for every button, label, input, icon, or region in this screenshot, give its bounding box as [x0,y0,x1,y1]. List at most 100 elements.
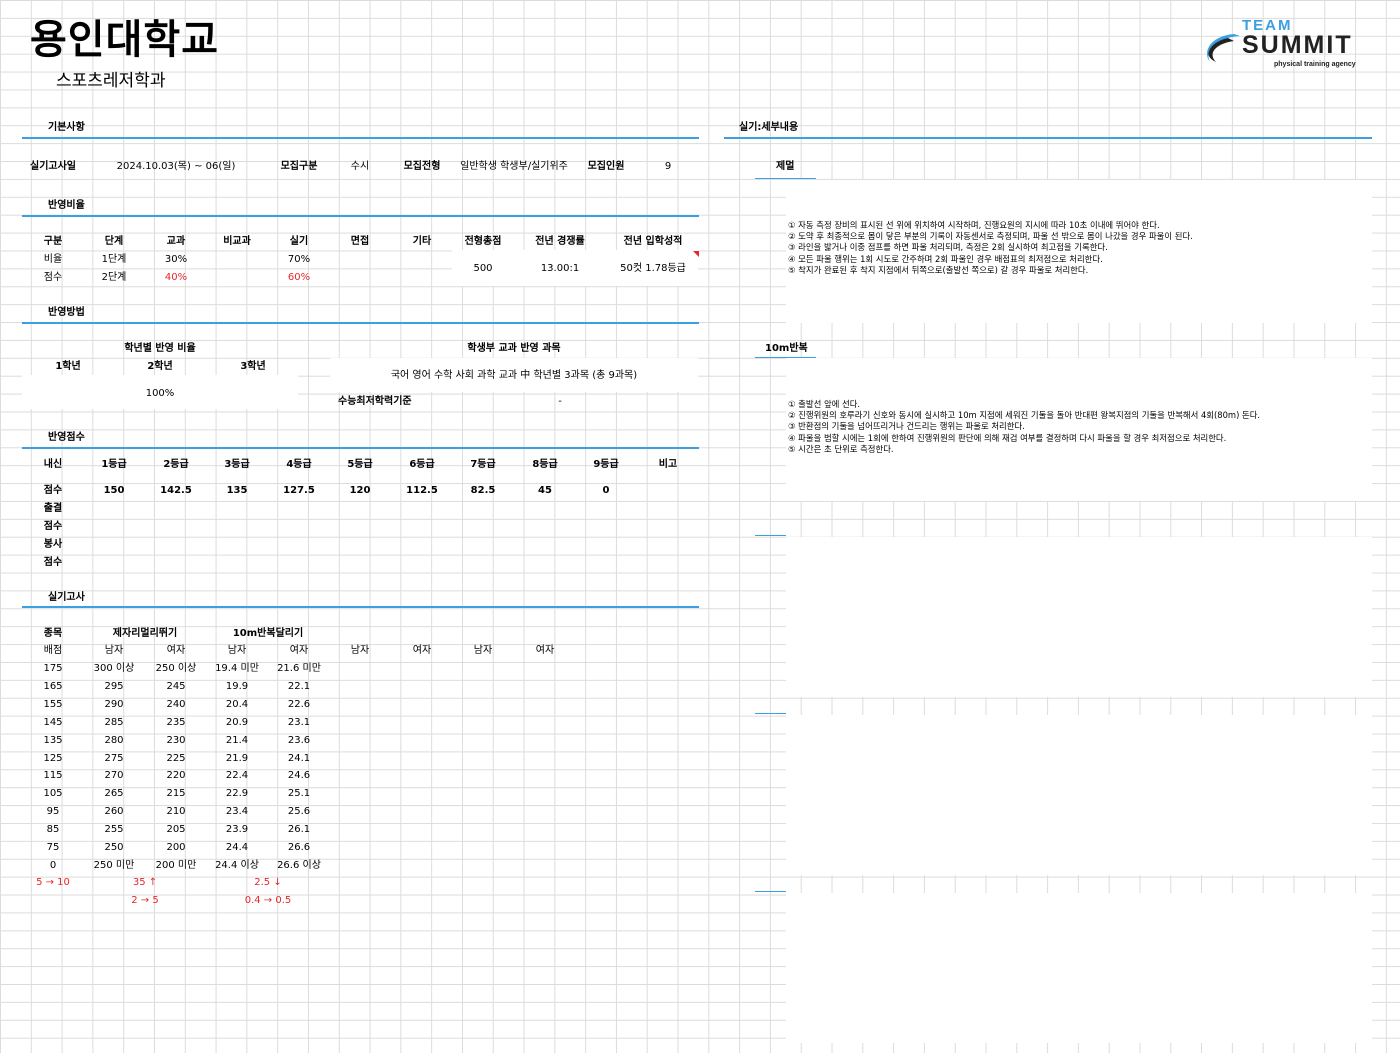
score-value: 45 [538,485,552,496]
subjects-value: 국어 영어 수학 사회 과학 교과 中 학년별 3과목 (총 9과목) [390,370,638,381]
score-value: 112.5 [406,485,438,496]
section-detail: 실기:세부내용 [739,122,799,133]
ratio-row2-practical: 60% [287,272,311,283]
practical-record-cell: 260 [104,806,124,818]
attendance-label: 출결 [43,503,63,514]
detail-note: ① 출발선 앞에 선다. [788,399,861,409]
practical-score-cell: 95 [46,806,60,818]
practical-record-cell: 23.1 [287,716,311,728]
ratio-header: 기타 [412,236,432,247]
gender-label: 여자 [412,645,432,656]
practical-note: 0.4 → 0.5 [244,895,292,906]
practical-record-cell: 26.6 [287,842,311,853]
ratio-header: 전년 경쟁률 [535,236,585,247]
detail-event2-notes: ① 출발선 앞에 선다. ② 진행위원의 호루라기 신호와 동시에 실시하고 1… [788,399,1260,455]
detail-note: ② 진행위원의 호루라기 신호와 동시에 실시하고 10m 지점에 세워진 기둘… [788,410,1261,421]
section-ratio-line [22,215,699,217]
practical-score-cell: 175 [43,663,63,674]
section-method-line [22,322,699,324]
ratio-total: 500 [473,263,493,274]
practical-record-cell: 24.4 이상 [215,859,259,871]
ratio-row1-label: 비율 [43,254,63,265]
detail-note: ③ 라인을 밟거나 이중 점프를 하면 파울 처리되며, 측정은 2회 실시하여… [788,242,1108,253]
grade-3: 3학년 [240,361,266,372]
track-label: 모집전형 [403,161,441,172]
practical-record-cell: 26.1 [287,824,311,836]
detail-note: ④ 모든 파울 행위는 1회 시도로 간주하며 2회 파울인 경우 배점표의 최… [788,253,1103,264]
score-header: 2등급 [163,459,189,470]
ratio-admission: 50컷 1.78등급 [620,263,686,274]
university-title: 용인대학교 [30,17,219,63]
practical-score-cell: 155 [43,698,63,710]
svg-text:physical training agency: physical training agency [1274,61,1356,68]
detail-event1-title: 제멀 [776,161,795,172]
score-value: 120 [349,485,371,496]
score-header: 6등급 [409,459,435,470]
quota-value: 9 [664,161,672,172]
practical-record-cell: 21.9 [225,752,249,764]
detail-note: ③ 반환점의 기둘을 넘어뜨리거나 건드리는 행위는 파울로 처리한다. [788,421,1025,432]
practical-score-cell: 135 [43,734,63,746]
grade-ratio-title: 학년별 반영 비율 [124,343,196,354]
practical-record-cell: 25.6 [287,806,311,818]
ratio-header: 단계 [104,236,124,247]
practical-score-cell: 115 [43,770,63,782]
ratio-header: 전형총점 [464,236,502,247]
practical-score-cell: 165 [43,680,63,692]
comment-marker-icon [693,251,699,257]
score-header: 9등급 [593,459,619,470]
detail-note: ④ 파울을 범할 시에는 1회에 한하여 진행위원의 판단에 의해 재검 여부를… [788,432,1227,443]
practical-record-cell: 20.9 [225,716,249,728]
practical-record-cell: 23.9 [225,824,249,836]
practical-record-cell: 250 미만 [93,859,135,871]
gender-label: 여자 [535,645,555,656]
team-summit-logo: TEAM SUMMIT physical training agency [1200,16,1385,72]
ratio-row1-stage: 1단계 [101,254,127,265]
detail-box-5 [786,893,1372,1043]
practical-record-cell: 240 [166,698,186,710]
detail-event2-line [755,357,816,358]
section-ratio: 반영비율 [48,200,85,211]
score-header: 8등급 [532,459,558,470]
score-header: 내신 [43,459,63,470]
practical-record-cell: 255 [104,824,124,836]
practical-score-cell: 105 [43,788,63,800]
practical-score-cell: 0 [49,859,57,871]
score-value: 142.5 [160,485,192,496]
ratio-header: 비교과 [223,236,251,247]
practical-note: 35 ↑ [132,877,158,888]
practical-record-cell: 245 [166,680,186,692]
practical-record-cell: 235 [166,716,186,728]
ratio-row2-subject: 40% [164,272,188,283]
section-score-line [22,447,699,449]
track-value: 일반학생 학생부/실기위주 [460,161,568,172]
practical-record-cell: 205 [166,824,186,836]
ratio-header: 면접 [350,236,370,247]
score-value: 150 [103,485,125,496]
gender-label: 남자 [350,645,370,656]
practical-score-cell: 75 [46,842,60,853]
score-label: 배점 [43,645,63,656]
practical-note: 2.5 ↓ [254,877,282,888]
practical-score-cell: 125 [43,752,63,764]
score-header: 5등급 [347,459,373,470]
detail-divider [755,713,786,714]
ratio-header: 전년 입학성적 [623,236,683,247]
score-header: 비고 [658,459,678,470]
practical-record-cell: 265 [104,788,124,800]
practical-record-cell: 19.9 [225,680,249,692]
exam-date-label: 실기고사일 [30,161,76,172]
practical-record-cell: 275 [104,752,124,764]
detail-event1-line [755,178,816,179]
attendance-score-label: 점수 [43,521,63,532]
svg-text:SUMMIT: SUMMIT [1242,31,1353,59]
event-label: 종목 [43,628,63,639]
practical-record-cell: 19.4 미만 [215,663,259,674]
type-value: 수시 [350,161,370,172]
section-basic: 기본사항 [48,122,85,133]
detail-box-3 [786,537,1372,697]
csat-label: 수능최저학력기준 [338,396,412,407]
practical-record-cell: 22.4 [225,770,249,782]
detail-note: ① 자동 측정 장비의 표시된 선 위에 위치하여 시작하며, 진행요원의 지시… [788,220,1160,230]
practical-record-cell: 24.6 [287,770,311,782]
